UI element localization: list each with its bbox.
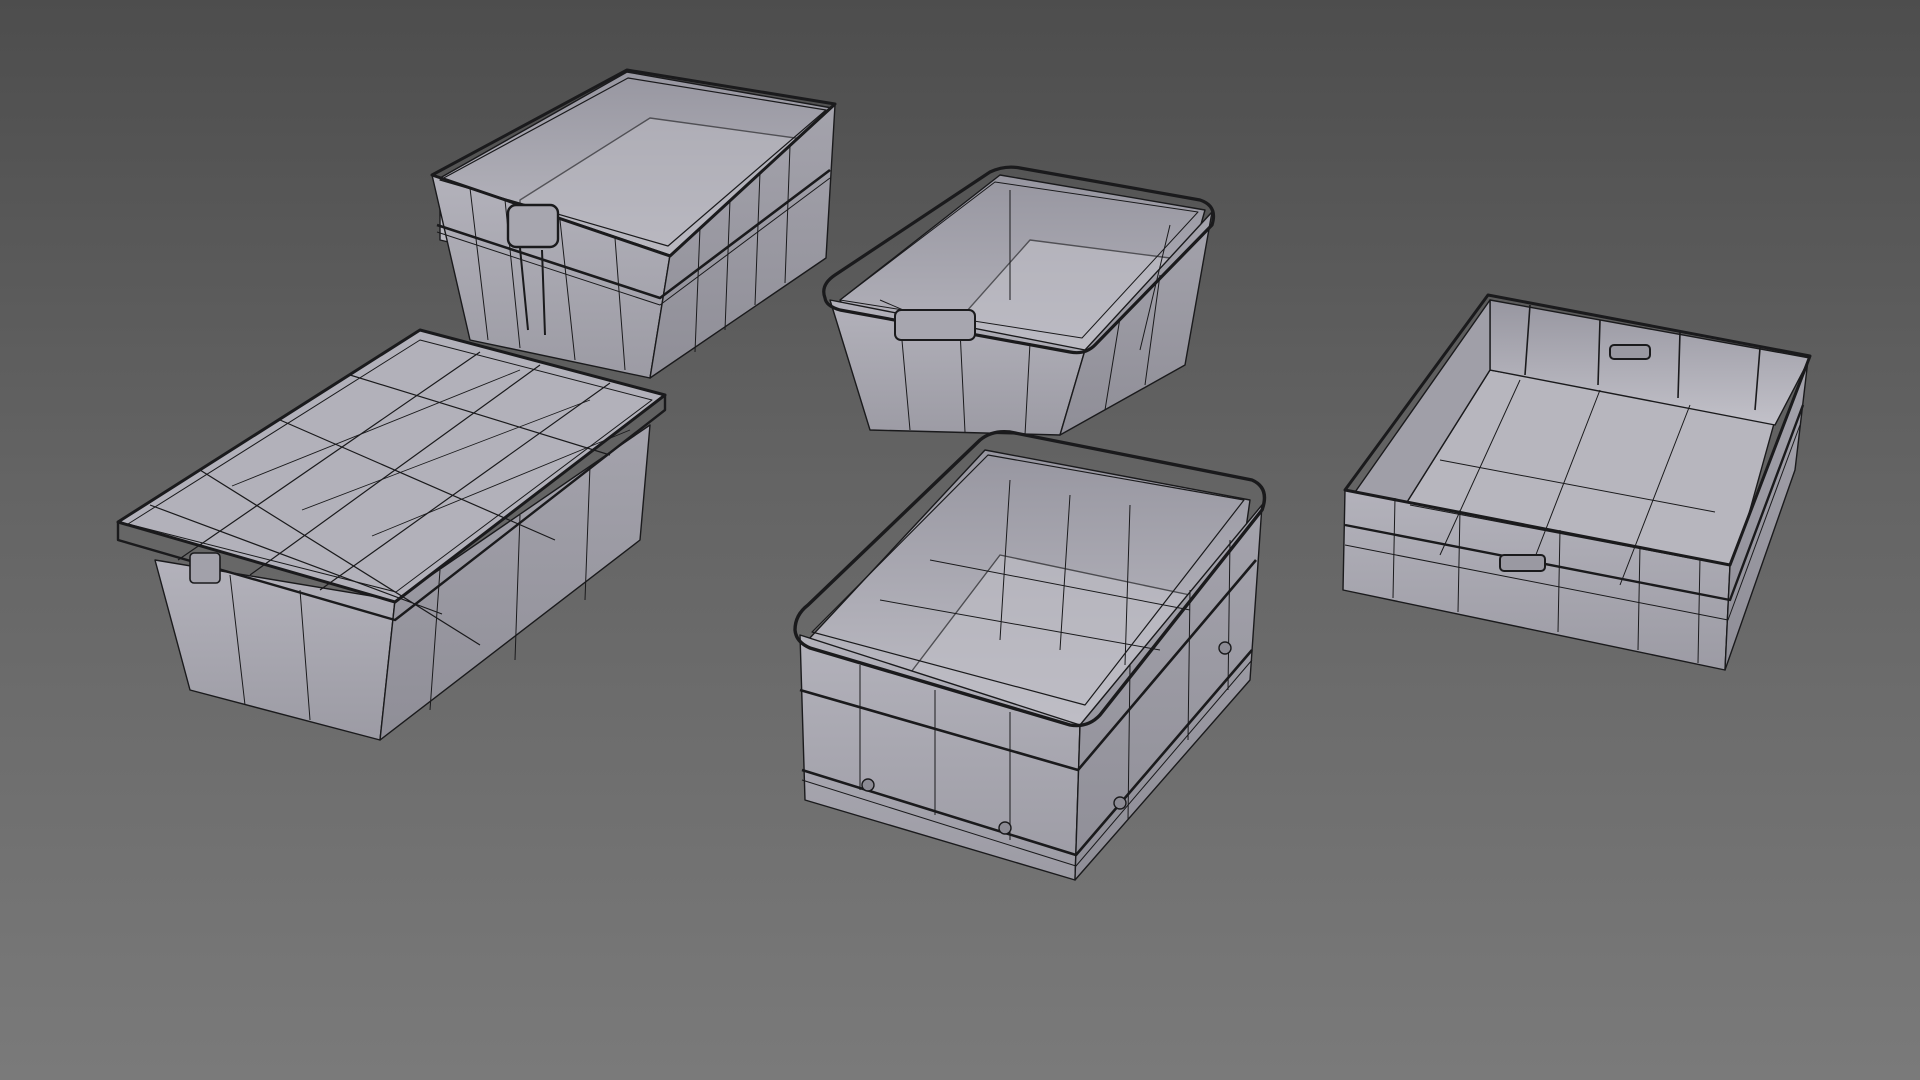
tray-right[interactable] [1342, 293, 1812, 671]
3d-viewport[interactable] [0, 0, 1920, 1080]
crate-tall-back-left[interactable] [430, 68, 837, 379]
crate-front-center[interactable] [793, 429, 1267, 881]
scene-canvas [116, 68, 1812, 881]
bin-back-center[interactable] [822, 165, 1216, 436]
crate-lidded-front-left[interactable] [116, 328, 667, 741]
